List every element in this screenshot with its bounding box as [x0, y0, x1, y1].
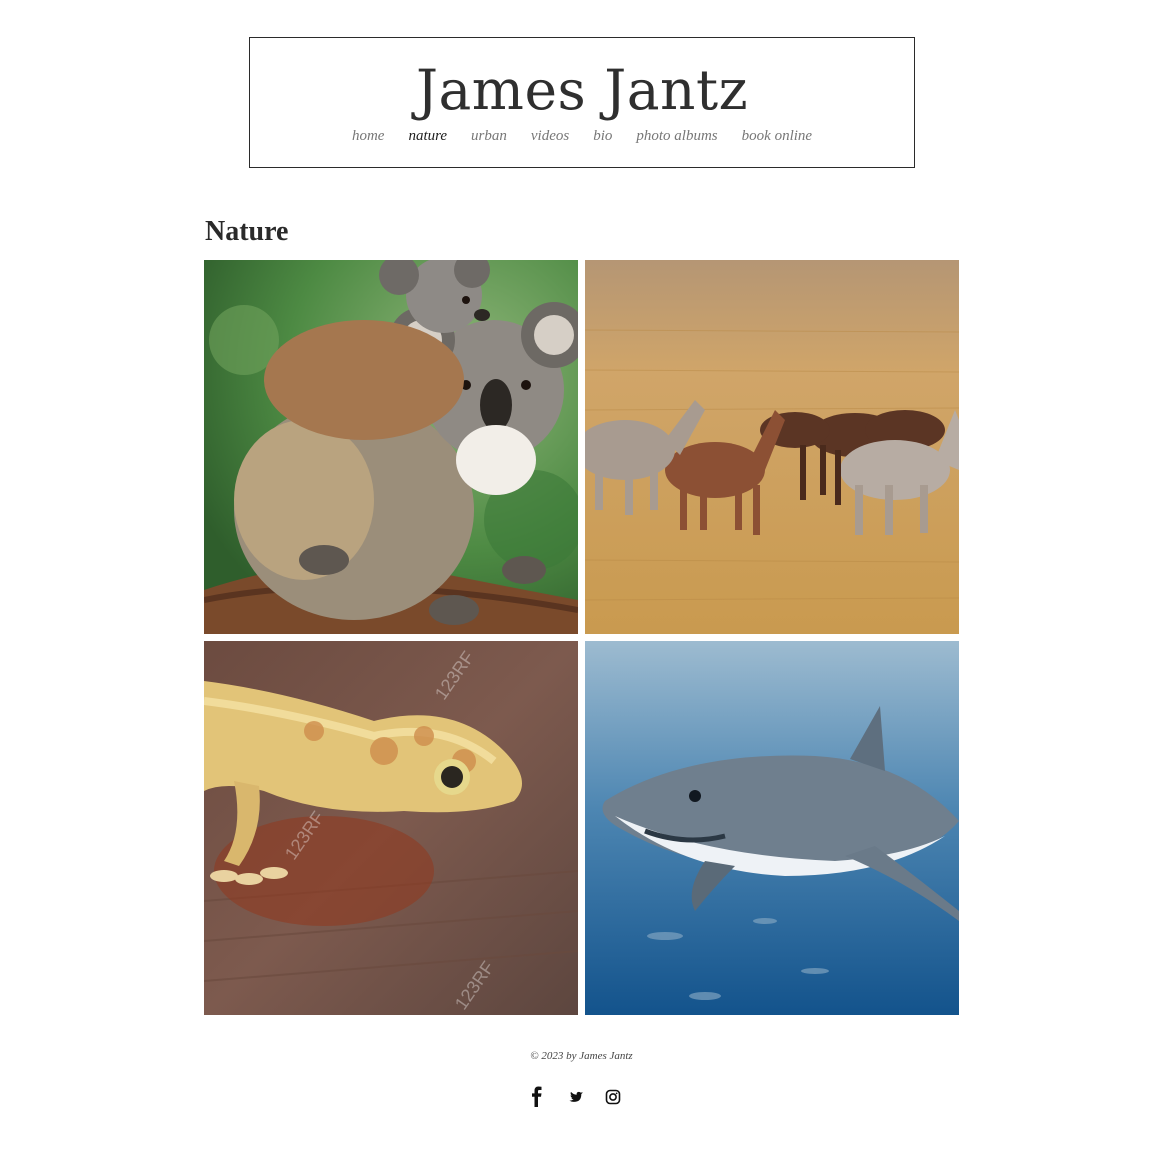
footer-copyright: © 2023 by James Jantz	[530, 1050, 633, 1062]
nav-item-photo-albums[interactable]: photo albums	[636, 128, 717, 145]
nav-item-home[interactable]: home	[352, 128, 385, 145]
twitter-icon[interactable]	[566, 1086, 584, 1108]
gecko-photo: 123RF 123RF 123RF	[204, 641, 578, 1015]
social-bar	[528, 1086, 622, 1108]
nav-item-urban[interactable]: urban	[471, 128, 507, 145]
gallery-item-shark[interactable]	[585, 641, 959, 1015]
main-nav: home nature urban videos bio photo album…	[250, 128, 914, 145]
site-header: James Jantz home nature urban videos bio…	[249, 37, 915, 168]
photo-gallery: 123RF 123RF 123RF	[204, 260, 959, 1015]
nav-item-book-online[interactable]: book online	[742, 128, 812, 145]
horses-photo	[585, 260, 959, 634]
page-title: Nature	[205, 216, 289, 247]
nav-item-videos[interactable]: videos	[531, 128, 569, 145]
nav-item-nature[interactable]: nature	[408, 128, 447, 145]
site-title[interactable]: James Jantz	[250, 58, 914, 122]
instagram-icon[interactable]	[604, 1086, 622, 1108]
koala-photo	[204, 260, 578, 634]
gallery-item-horses[interactable]	[585, 260, 959, 634]
nav-item-bio[interactable]: bio	[593, 128, 612, 145]
shark-photo	[585, 641, 959, 1015]
facebook-icon[interactable]	[528, 1086, 546, 1108]
gallery-item-gecko[interactable]: 123RF 123RF 123RF	[204, 641, 578, 1015]
gallery-item-koala[interactable]	[204, 260, 578, 634]
